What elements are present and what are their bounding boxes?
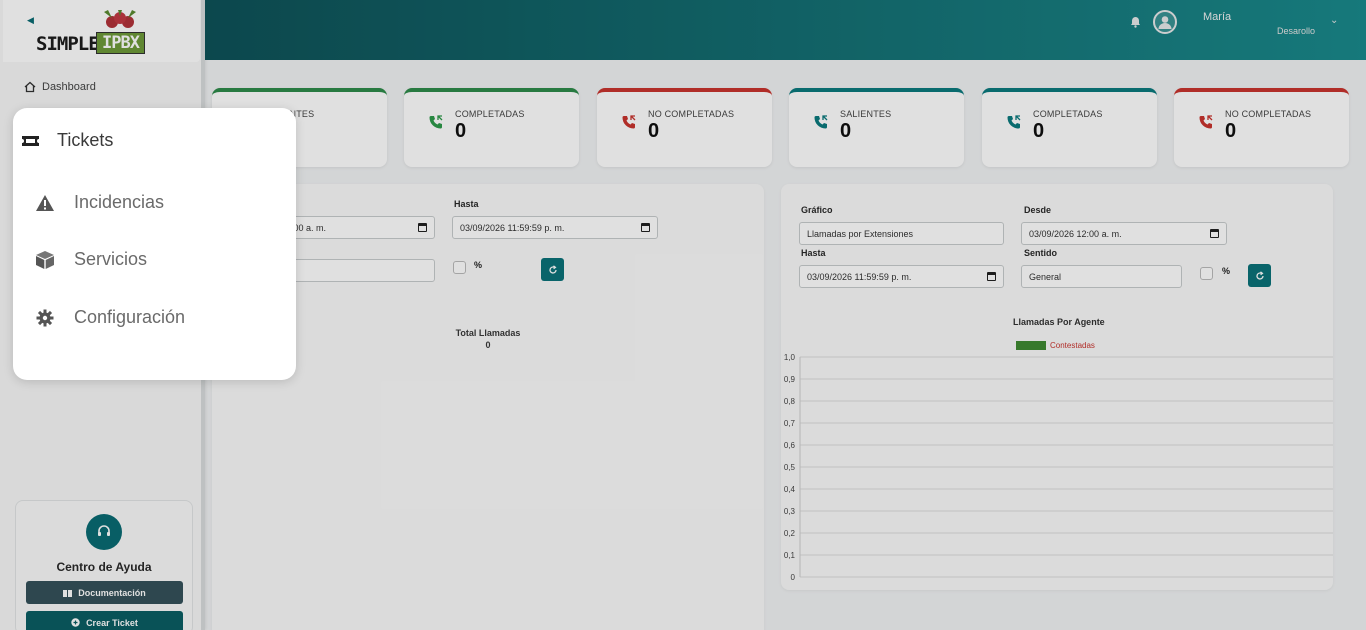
warning-icon <box>36 194 54 211</box>
box-icon <box>36 250 54 269</box>
tickets-header[interactable]: Tickets <box>21 130 113 151</box>
menu-item-label: Servicios <box>74 249 148 269</box>
gear-icon <box>36 309 54 326</box>
menu-item-servicios[interactable]: Servicios <box>35 249 147 270</box>
menu-item-label: Configuración <box>74 307 186 327</box>
tickets-title: Tickets <box>57 130 114 150</box>
menu-item-configuracion[interactable]: Configuración <box>35 307 185 328</box>
tickets-menu-popup: Tickets Incidencias Servicios Configurac… <box>13 108 296 380</box>
ticket-icon <box>22 135 39 146</box>
menu-item-incidencias[interactable]: Incidencias <box>35 192 164 213</box>
menu-item-label: Incidencias <box>74 192 165 212</box>
